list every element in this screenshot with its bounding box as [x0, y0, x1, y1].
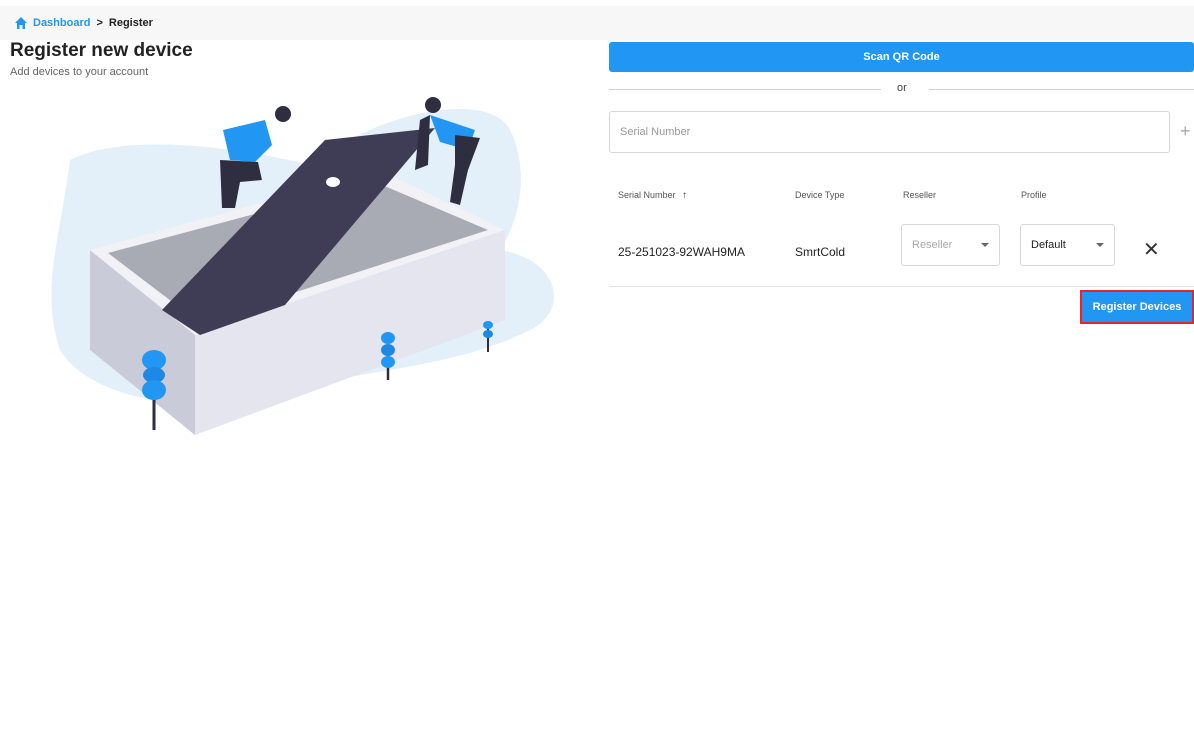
chevron-down-icon: [981, 243, 989, 247]
breadcrumb: Dashboard > Register: [0, 6, 1194, 40]
table-row-divider: [609, 286, 1194, 287]
reseller-select-value: Reseller: [912, 239, 953, 251]
page-subtitle: Add devices to your account: [10, 66, 149, 78]
breadcrumb-dashboard-link[interactable]: Dashboard: [33, 17, 90, 29]
plus-icon[interactable]: +: [1180, 122, 1191, 140]
or-divider-right: [929, 89, 1194, 90]
or-text: or: [897, 82, 907, 94]
column-header-reseller: Reseller: [903, 190, 937, 200]
page-title: Register new device: [10, 40, 193, 61]
breadcrumb-separator: >: [96, 17, 103, 29]
scan-qr-code-button[interactable]: Scan QR Code: [609, 42, 1194, 72]
register-device-illustration: [51, 97, 555, 435]
profile-select-value: Default: [1031, 239, 1066, 251]
chevron-down-icon: [1096, 243, 1104, 247]
or-divider-left: [609, 89, 881, 90]
home-icon[interactable]: [14, 16, 28, 30]
arrow-up-icon[interactable]: ↑: [682, 190, 687, 201]
table-cell-device-type: SmrtCold: [795, 245, 846, 259]
column-header-serial-number-label: Serial Number: [618, 190, 676, 200]
reseller-select[interactable]: Reseller: [901, 224, 1000, 266]
column-header-serial-number[interactable]: Serial Number ↑: [618, 190, 687, 201]
close-icon[interactable]: ✕: [1143, 240, 1160, 260]
profile-select[interactable]: Default: [1020, 224, 1115, 266]
breadcrumb-current: Register: [108, 17, 153, 29]
column-header-profile: Profile: [1021, 190, 1047, 200]
register-devices-button[interactable]: Register Devices: [1080, 290, 1194, 324]
table-cell-serial-number: 25-251023-92WAH9MA: [618, 245, 745, 259]
serial-number-input[interactable]: [609, 111, 1170, 153]
column-header-device-type: Device Type: [795, 190, 845, 200]
